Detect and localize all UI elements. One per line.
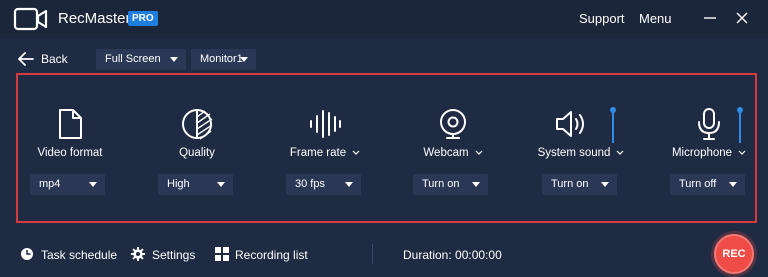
webcam-select[interactable]: Turn on [413, 174, 488, 195]
microphone-label-text: Microphone [671, 147, 733, 159]
chevron-down-icon [352, 150, 360, 155]
record-button[interactable]: REC [714, 234, 754, 274]
task-schedule-button[interactable]: Task schedule [20, 246, 118, 262]
support-link[interactable]: Support [579, 11, 625, 26]
chevron-down-icon [89, 182, 97, 187]
arrow-left-icon [18, 52, 34, 66]
chevron-down-icon [217, 182, 225, 187]
video-format-label: Video format [37, 147, 103, 159]
recording-list-label: Recording list [235, 248, 308, 262]
frame-rate-value: 30 fps [295, 178, 325, 190]
volume-knob[interactable] [737, 107, 743, 113]
chevron-down-icon [738, 150, 746, 155]
frame-rate-select[interactable]: 30 fps [286, 174, 361, 195]
frame-rate-icon [310, 110, 341, 138]
capture-mode-dropdown[interactable]: Full Screen [96, 49, 186, 70]
recording-settings-panel: Video format mp4 Quality High Frame rate… [16, 73, 757, 223]
webcam-label-text: Webcam [423, 147, 469, 159]
gear-icon [131, 247, 145, 261]
chevron-down-icon [729, 182, 737, 187]
minimize-icon[interactable] [702, 9, 718, 27]
webcam-value: Turn on [422, 178, 460, 190]
chevron-down-icon [601, 182, 609, 187]
chevron-down-icon [240, 57, 248, 62]
microphone-label[interactable]: Microphone [649, 147, 768, 159]
divider [372, 244, 373, 264]
video-format-value: mp4 [39, 178, 61, 190]
system-sound-select[interactable]: Turn on [542, 174, 617, 195]
close-icon[interactable] [734, 9, 750, 27]
duration-readout: Duration: 00:00:00 [403, 248, 502, 262]
grid-icon [215, 247, 229, 261]
system-sound-label-text: System sound [537, 147, 611, 159]
app-logo-icon [13, 7, 48, 31]
settings-button[interactable]: Settings [131, 246, 196, 262]
monitor-dropdown[interactable]: Monitor1 [191, 49, 256, 70]
microphone-icon [698, 108, 720, 140]
quality-value: High [167, 178, 190, 190]
quality-label: Quality [179, 147, 215, 159]
microphone-volume-slider[interactable] [737, 107, 743, 143]
document-icon [59, 109, 82, 139]
frame-rate-group: Frame rate 30 fps [265, 75, 385, 221]
speaker-icon [556, 111, 584, 137]
chevron-down-icon [617, 150, 624, 155]
monitor-value: Monitor1 [200, 53, 243, 65]
frame-rate-label[interactable]: Frame rate [265, 147, 385, 159]
chevron-down-icon [170, 57, 178, 62]
system-sound-volume-slider[interactable] [610, 107, 616, 143]
system-sound-label[interactable]: System sound [521, 147, 641, 159]
settings-label: Settings [152, 248, 196, 262]
webcam-group: Webcam Turn on [393, 75, 513, 221]
chevron-down-icon [472, 182, 480, 187]
video-format-group: Video format mp4 [10, 75, 130, 221]
system-sound-value: Turn on [551, 178, 589, 190]
back-label: Back [41, 52, 68, 66]
chevron-down-icon [345, 182, 353, 187]
webcam-label[interactable]: Webcam [393, 147, 513, 159]
pro-badge: PRO [128, 11, 158, 26]
app-name: RecMaster [58, 10, 131, 27]
chevron-down-icon [475, 150, 483, 155]
video-format-select[interactable]: mp4 [30, 174, 105, 195]
clock-icon [21, 248, 33, 260]
system-sound-group: System sound Turn on [521, 75, 641, 221]
quality-group: Quality High [137, 75, 257, 221]
microphone-select[interactable]: Turn off [670, 174, 745, 195]
volume-knob[interactable] [610, 107, 616, 113]
microphone-group: Microphone Turn off [649, 75, 768, 221]
title-bar: RecMaster PRO Support Menu [0, 0, 768, 38]
capture-mode-value: Full Screen [105, 53, 161, 65]
microphone-value: Turn off [679, 178, 717, 190]
menu-link[interactable]: Menu [639, 11, 672, 26]
quality-icon [182, 109, 213, 140]
task-schedule-label: Task schedule [41, 248, 118, 262]
webcam-icon [440, 109, 466, 139]
recording-list-button[interactable]: Recording list [215, 246, 308, 262]
quality-select[interactable]: High [158, 174, 233, 195]
frame-rate-label-text: Frame rate [289, 147, 347, 159]
